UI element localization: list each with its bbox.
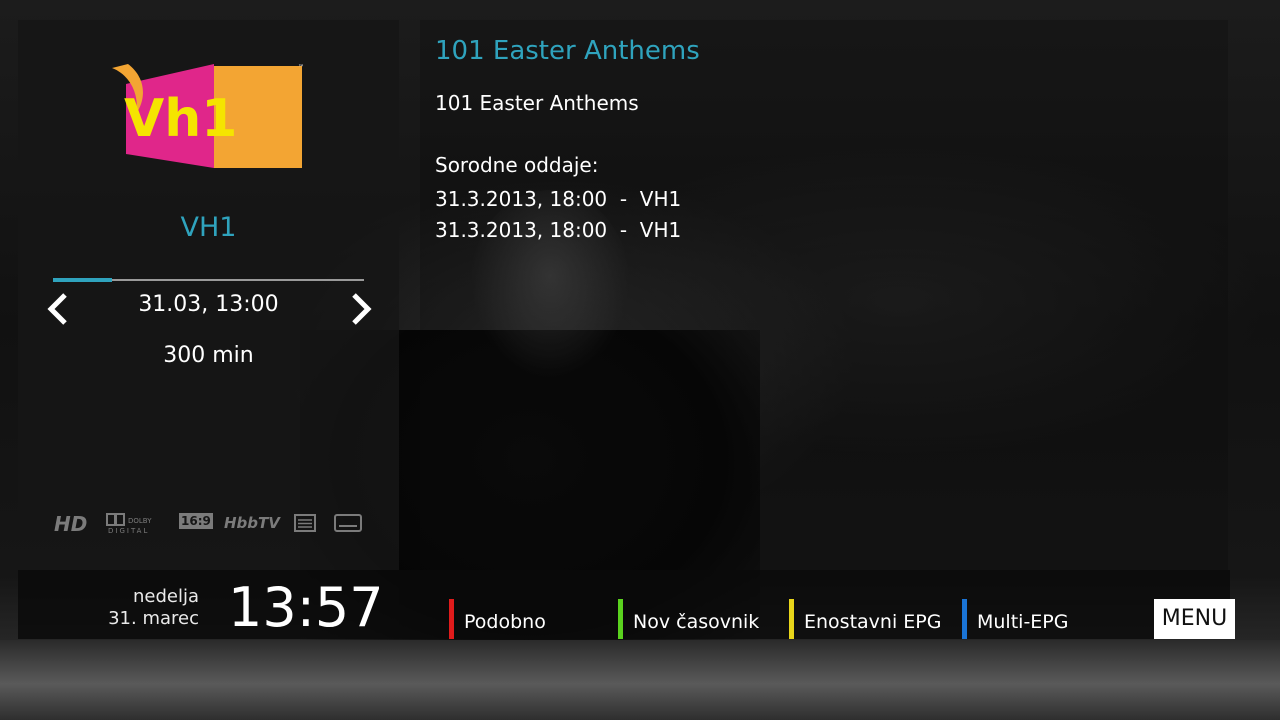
- blue-key-marker: [962, 599, 967, 639]
- red-key-marker: [449, 599, 454, 639]
- clock-panel: nedelja 31. marec 13:57: [18, 570, 399, 639]
- menu-button[interactable]: MENU: [1154, 599, 1235, 639]
- green-button-label: Nov časovnik: [633, 611, 760, 633]
- event-subtitle: 101 Easter Anthems: [435, 91, 639, 115]
- event-details-panel: 101 Easter Anthems 101 Easter Anthems So…: [420, 20, 1228, 570]
- red-button-label: Podobno: [464, 611, 546, 633]
- clock-day: nedelja: [132, 586, 199, 607]
- yellow-key-marker: [789, 599, 794, 639]
- clock-time: 13:57: [228, 576, 384, 639]
- aspect-16-9-icon: 16:9: [179, 513, 213, 529]
- event-title: 101 Easter Anthems: [435, 36, 700, 66]
- vh1-logo: Vh1 ™: [112, 64, 304, 168]
- related-heading: Sorodne oddaje:: [435, 153, 599, 177]
- subtitles-icon: [334, 514, 362, 532]
- progress-fill: [53, 278, 112, 282]
- svg-text:™: ™: [298, 64, 304, 71]
- color-button-bar: Podobno Nov časovnik Enostavni EPG Multi…: [399, 570, 1230, 639]
- channel-name: VH1: [180, 212, 237, 243]
- hbbtv-icon: HbbTV: [224, 514, 280, 532]
- feature-icons: HD DOLBY DIGITAL 16:9 HbbTV: [54, 512, 384, 538]
- video-bottom-strip: [0, 640, 1280, 720]
- blue-button-label: Multi-EPG: [977, 611, 1069, 633]
- svg-text:DOLBY: DOLBY: [128, 517, 152, 525]
- dolby-icon: DOLBY DIGITAL: [106, 513, 152, 534]
- yellow-button-label: Enostavni EPG: [804, 611, 942, 633]
- chevron-right-icon[interactable]: [348, 292, 374, 326]
- teletext-icon: [294, 514, 316, 532]
- svg-text:DIGITAL: DIGITAL: [108, 527, 149, 534]
- hd-icon: HD: [54, 512, 88, 536]
- related-list: 31.3.2013, 18:00 - VH1 31.3.2013, 18:00 …: [435, 184, 681, 246]
- channel-info-panel: Vh1 ™ VH1 31.03, 13:00 300 min HD DOLBY …: [18, 20, 399, 570]
- event-time: 31.03, 13:00: [138, 292, 279, 317]
- event-duration: 300 min: [163, 343, 254, 368]
- clock-date: 31. marec: [108, 608, 199, 629]
- related-item[interactable]: 31.3.2013, 18:00 - VH1: [435, 215, 681, 246]
- green-key-marker: [618, 599, 623, 639]
- related-item[interactable]: 31.3.2013, 18:00 - VH1: [435, 184, 681, 215]
- logo-lettering: Vh1: [124, 89, 237, 149]
